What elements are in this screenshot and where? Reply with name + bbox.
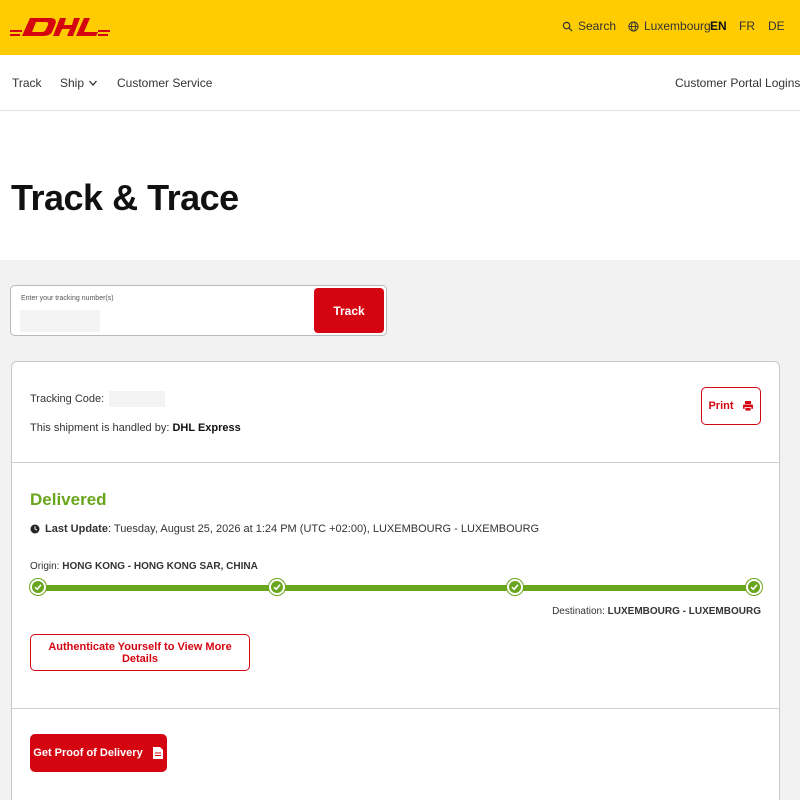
progress-bar <box>30 585 762 591</box>
check-icon <box>511 584 519 591</box>
nav-customer-service-label: Customer Service <box>117 76 213 90</box>
check-icon <box>273 584 281 591</box>
progress-checkpoint <box>746 579 762 595</box>
handled-by-value: DHL Express <box>172 422 241 434</box>
tracking-form: Enter your tracking number(s) Track <box>10 285 387 336</box>
page-heading-area: Track & Trace <box>0 111 800 260</box>
tracking-code-value <box>109 391 166 407</box>
destination-label: Destination: <box>552 606 605 617</box>
handled-by-label: This shipment is handled by: <box>30 422 170 434</box>
nav-portal-logins-label: Customer Portal Logins <box>675 76 800 90</box>
progress-checkpoint <box>30 579 46 595</box>
card-divider <box>12 462 779 463</box>
last-update-label: Last Update <box>45 523 108 535</box>
track-button[interactable]: Track <box>314 288 384 333</box>
search-label: Search <box>578 19 617 33</box>
card-divider <box>12 708 779 709</box>
print-label: Print <box>708 400 734 412</box>
tracking-code-label: Tracking Code: <box>30 392 105 405</box>
language-en[interactable]: EN <box>710 19 727 33</box>
nav-customer-service[interactable]: Customer Service <box>117 76 212 90</box>
nav-ship-label: Ship <box>60 76 85 90</box>
main-nav: Track Ship Customer Service Customer Por… <box>0 55 800 111</box>
authenticate-button[interactable]: Authenticate Yourself to View More Detai… <box>30 634 250 671</box>
last-update-value: : Tuesday, August 25, 2026 at 1:24 PM (U… <box>107 523 540 535</box>
chevron-down-icon <box>89 80 98 86</box>
tracking-code-row: Tracking Code: <box>30 391 166 407</box>
printer-icon <box>742 401 753 412</box>
nav-track[interactable]: Track <box>12 76 42 90</box>
last-update-row: Last Update: Tuesday, August 25, 2026 at… <box>30 523 539 535</box>
origin-row: Origin: HONG KONG - HONG KONG SAR, CHINA <box>30 561 258 572</box>
dhl-logo[interactable] <box>10 14 110 40</box>
shipment-progress <box>30 579 762 597</box>
search-link[interactable]: Search <box>562 19 616 33</box>
handled-by-row: This shipment is handled by: DHL Express <box>30 422 241 434</box>
language-de[interactable]: DE <box>768 19 785 33</box>
region-selector[interactable]: Luxembourg <box>628 19 711 33</box>
proof-of-delivery-button[interactable]: Get Proof of Delivery <box>30 734 167 772</box>
nav-track-label: Track <box>12 76 42 90</box>
origin-value: HONG KONG - HONG KONG SAR, CHINA <box>62 561 258 572</box>
origin-label: Origin: <box>30 561 60 572</box>
shipment-card: Tracking Code: This shipment is handled … <box>11 361 780 800</box>
top-header: Search Luxembourg EN FR DE <box>0 0 800 55</box>
nav-ship[interactable]: Ship <box>60 76 98 90</box>
progress-checkpoint <box>507 579 524 595</box>
page-title: Track & Trace <box>11 177 239 218</box>
language-fr[interactable]: FR <box>739 19 755 33</box>
search-icon <box>562 21 573 32</box>
globe-icon <box>628 20 639 32</box>
shipment-status: Delivered <box>30 490 107 509</box>
check-icon <box>34 584 42 591</box>
region-label: Luxembourg <box>644 19 711 33</box>
nav-portal-logins[interactable]: Customer Portal Logins <box>675 76 800 90</box>
progress-checkpoint <box>268 579 285 595</box>
destination-value: LUXEMBOURG - LUXEMBOURG <box>607 606 761 617</box>
tracking-number-input[interactable] <box>20 310 100 332</box>
destination-row: Destination: LUXEMBOURG - LUXEMBOURG <box>552 606 761 617</box>
proof-of-delivery-label: Get Proof of Delivery <box>33 747 143 759</box>
check-icon <box>750 584 758 591</box>
clock-icon <box>30 524 40 534</box>
tracking-input-label: Enter your tracking number(s) <box>21 295 114 302</box>
print-button[interactable]: Print <box>701 387 761 425</box>
document-icon <box>152 747 163 759</box>
